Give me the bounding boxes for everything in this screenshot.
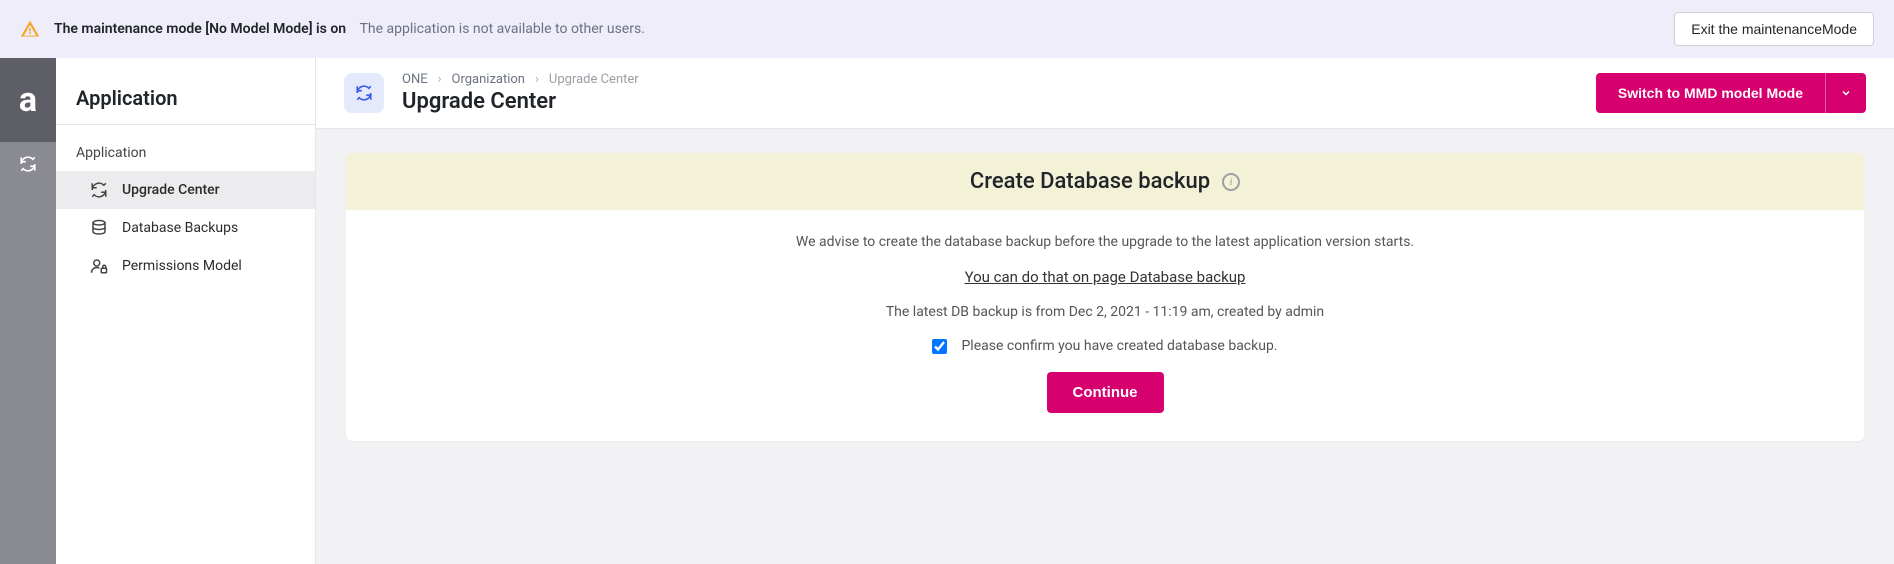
confirm-checkbox[interactable] [932,339,947,354]
app-logo: a [19,83,37,117]
advise-text: We advise to create the database backup … [796,234,1414,250]
backup-card: Create Database backup i We advise to cr… [346,153,1864,441]
page-title: Upgrade Center [402,89,639,114]
exit-maintenance-button[interactable]: Exit the maintenanceMode [1674,12,1874,46]
database-backup-link[interactable]: You can do that on page Database backup [965,268,1246,286]
content-area: ONE › Organization › Upgrade Center Upgr… [316,58,1894,564]
card-header: Create Database backup i [346,153,1864,210]
sidebar-item-label: Upgrade Center [122,182,220,198]
icon-rail: a [0,58,56,564]
banner-light-text: The application is not available to othe… [360,21,645,37]
sidebar-item-upgrade-center[interactable]: Upgrade Center [56,171,315,209]
maintenance-banner: The maintenance mode [No Model Mode] is … [0,0,1894,58]
topbar: ONE › Organization › Upgrade Center Upgr… [316,58,1894,129]
confirm-label: Please confirm you have created database… [961,338,1277,354]
sidebar-item-label: Database Backups [122,220,238,236]
card-body: We advise to create the database backup … [346,210,1864,441]
continue-button[interactable]: Continue [1047,372,1164,413]
sidebar: Application Application Upgrade Center D… [56,58,316,564]
database-icon [90,219,108,237]
breadcrumb-one[interactable]: ONE [402,72,428,87]
info-icon[interactable]: i [1222,173,1240,191]
refresh-icon [90,181,108,199]
chevron-down-icon [1840,87,1852,99]
refresh-icon [19,155,37,173]
switch-mode-button[interactable]: Switch to MMD model Mode [1596,73,1825,113]
latest-backup-text: The latest DB backup is from Dec 2, 2021… [886,304,1324,320]
logo-cell[interactable]: a [0,58,56,142]
card-title: Create Database backup [970,169,1210,194]
chevron-right-icon: › [535,72,539,87]
banner-bold-text: The maintenance mode [No Model Mode] is … [54,21,346,37]
sidebar-title: Application [56,58,315,124]
page-icon-box [344,73,384,113]
mode-button-group: Switch to MMD model Mode [1596,73,1866,113]
sidebar-group-label: Application [56,124,315,171]
switch-mode-dropdown[interactable] [1825,73,1866,113]
sidebar-item-label: Permissions Model [122,258,242,274]
sidebar-item-permissions-model[interactable]: Permissions Model [56,247,315,285]
breadcrumb: ONE › Organization › Upgrade Center [402,72,639,87]
refresh-icon [355,84,373,102]
sidebar-nav: Upgrade Center Database Backups Permissi… [56,171,315,285]
breadcrumb-current: Upgrade Center [549,72,639,87]
rail-item-refresh[interactable] [0,142,56,186]
sidebar-item-database-backups[interactable]: Database Backups [56,209,315,247]
chevron-right-icon: › [438,72,442,87]
warning-icon [20,19,40,39]
breadcrumb-organization[interactable]: Organization [452,72,525,87]
banner-message: The maintenance mode [No Model Mode] is … [54,21,645,37]
confirm-row[interactable]: Please confirm you have created database… [932,338,1277,354]
user-lock-icon [90,257,108,275]
